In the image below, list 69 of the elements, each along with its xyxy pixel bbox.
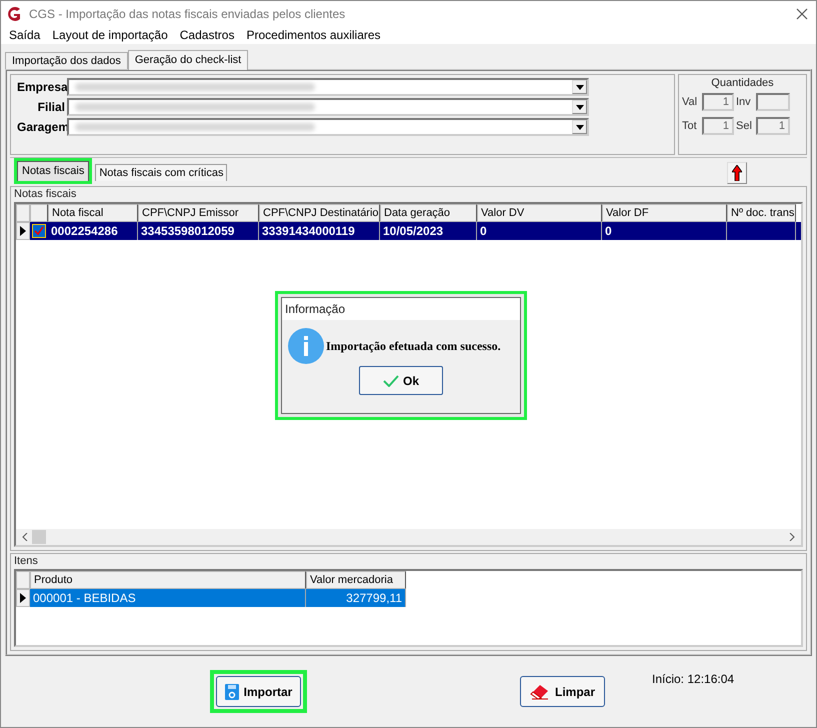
field-label: Tot (682, 120, 698, 132)
column-header[interactable]: Nº doc. trans (727, 204, 796, 222)
tab[interactable]: Importação dos dados (5, 52, 128, 69)
dropdown-arrow-icon (576, 124, 584, 130)
column-header[interactable]: CPF\CNPJ Destinatário (259, 204, 380, 222)
row-pointer-icon (20, 226, 26, 236)
group-title: Notas fiscais (14, 188, 78, 202)
field-label: Inv (736, 96, 752, 108)
horizontal-scrollbar[interactable] (16, 529, 801, 545)
dropdown-field[interactable] (67, 78, 589, 96)
column-header[interactable]: Nota fiscal (48, 204, 138, 222)
column-header[interactable]: Valor DV (477, 204, 602, 222)
dialog-message: Importação efetuada com sucesso. (326, 338, 501, 354)
dropdown-field[interactable] (67, 98, 589, 116)
table-cell: 10/05/2023 (380, 222, 477, 240)
tab[interactable]: Geração do check-list (128, 50, 248, 70)
count-field: 1 (756, 117, 790, 135)
ok-button[interactable]: Ok (359, 366, 443, 395)
field-label: Val (682, 96, 698, 108)
tab[interactable]: Notas fiscais (17, 161, 90, 181)
field-label: Filial (36, 100, 65, 114)
menu-item[interactable]: Procedimentos auxiliares (246, 28, 381, 42)
column-header (30, 204, 48, 222)
column-header (16, 204, 30, 222)
row-header-cell[interactable] (16, 589, 30, 607)
table-cell: 327799,11 (306, 589, 406, 607)
menu-item[interactable]: Cadastros (180, 28, 234, 42)
scroll-right-icon[interactable] (789, 533, 795, 541)
dropdown-field[interactable] (67, 118, 589, 136)
column-header[interactable]: Valor mercadoria (306, 571, 406, 589)
table-cell: 000001 - BEBIDAS (30, 589, 306, 607)
dropdown-arrow-icon (576, 84, 584, 90)
import-button[interactable]: Importar (216, 676, 301, 707)
column-header[interactable]: Produto (30, 571, 306, 589)
column-header[interactable]: CPF\CNPJ Emissor (138, 204, 259, 222)
scroll-thumb[interactable] (32, 530, 46, 544)
column-header (16, 571, 30, 589)
column-header[interactable]: Data geração (380, 204, 477, 222)
group-title: Itens (14, 555, 39, 569)
table-cell: 33391434000119 (259, 222, 380, 240)
info-icon (288, 328, 324, 364)
start-time: Início: 12:16:04 (652, 672, 734, 686)
dialog-title: Informação (282, 298, 520, 320)
menu-item[interactable]: Saída (9, 28, 40, 42)
close-icon[interactable] (796, 8, 808, 20)
table-cell: 0 (477, 222, 602, 240)
table-cell: 33453598012059 (138, 222, 259, 240)
tab[interactable]: Notas fiscais com críticas (95, 164, 228, 181)
field-label: Sel (736, 120, 753, 132)
scroll-left-icon[interactable] (22, 533, 28, 541)
window-title: CGS - Importação das notas fiscais enviadas pelos clientes (29, 6, 346, 20)
count-field (756, 93, 790, 111)
count-field: 1 (702, 117, 734, 135)
app-logo-icon (5, 4, 23, 22)
field-label: Garagem (17, 120, 65, 134)
row-header-cell[interactable] (16, 222, 30, 240)
menu-item[interactable]: Layout de importação (52, 28, 168, 42)
table-cell: 0002254286 (48, 222, 138, 240)
panel-title: Quantidades (710, 77, 775, 89)
count-field: 1 (702, 93, 734, 111)
eraser-icon (530, 684, 550, 700)
clear-button[interactable]: Limpar (520, 676, 605, 707)
row-pointer-icon (20, 593, 26, 603)
checkmark-icon (382, 374, 399, 386)
column-header[interactable]: Valor DF (602, 204, 727, 222)
dropdown-arrow-icon (576, 104, 584, 110)
field-label: Empresa (17, 80, 65, 94)
move-up-button[interactable] (727, 162, 747, 184)
table-cell: 0 (602, 222, 727, 240)
